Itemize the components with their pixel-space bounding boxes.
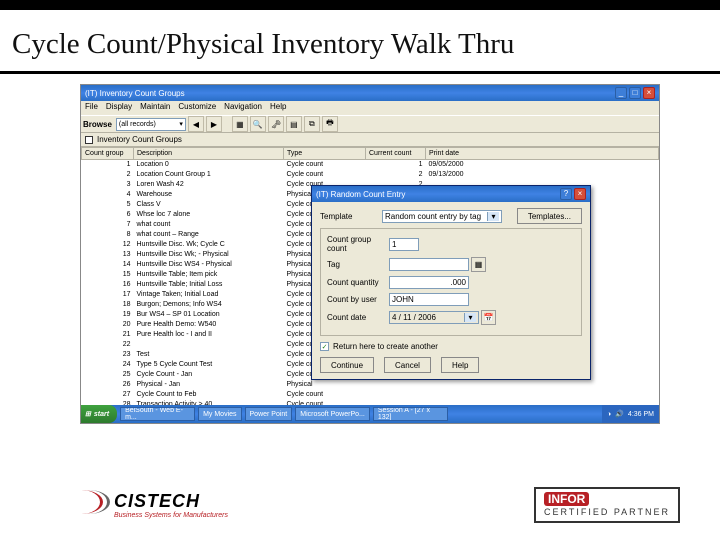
list-subheader: Inventory Count Groups [81,133,659,147]
cancel-button[interactable]: Cancel [384,357,431,373]
browse-label: Browse [83,120,112,129]
menu-customize[interactable]: Customize [178,102,216,114]
count-date-input[interactable]: 4 / 11 / 2006 ▾ [389,311,479,324]
table-row[interactable]: 2Location Count Group 1Cycle count209/13… [82,170,659,180]
menu-file[interactable]: File [85,102,98,114]
table-row[interactable]: 1Location 0Cycle count109/05/2000 [82,160,659,170]
toolbar-next-button[interactable]: ▶ [206,116,222,132]
table-row[interactable]: 27Cycle Count to FebCycle count [82,390,659,400]
cistech-logo: CISTECH Business Systems for Manufacture… [60,490,228,520]
col-current-count[interactable]: Current count [366,148,426,160]
main-window-titlebar: (IT) Inventory Count Groups _ □ × [81,85,659,101]
random-count-entry-dialog: (IT) Random Count Entry ? × Template Ran… [311,185,591,380]
windows-taskbar: ⊞ start BelSouth - Web E-m... My Movies … [81,405,659,423]
return-here-label: Return here to create another [333,342,438,351]
toolbar-card-icon[interactable]: ▦ [232,116,248,132]
infor-partner-badge: INFOR CERTIFIED PARTNER [534,487,680,523]
template-value: Random count entry by tag [385,212,481,221]
taskbar-item[interactable]: Microsoft PowerPo... [295,407,370,421]
swoosh-icon [60,490,110,520]
tag-label: Tag [327,260,389,269]
return-here-checkbox[interactable]: ✓ [320,342,329,351]
toolbar-count-icon[interactable]: ⧉ [304,116,320,132]
calendar-icon[interactable]: 📅 [481,310,496,325]
toolbar-list-icon[interactable]: ▤ [286,116,302,132]
count-quantity-label: Count quantity [327,278,389,287]
chevron-down-icon: ▾ [487,212,499,221]
tray-icon[interactable]: 🔊 [615,410,624,418]
infor-certified-label: CERTIFIED PARTNER [544,507,670,517]
cistech-name: CISTECH [114,491,200,511]
dialog-close-button[interactable]: × [574,188,586,200]
continue-button[interactable]: Continue [320,357,374,373]
system-tray: ◑ 🔊 4:36 PM [602,405,659,423]
close-button[interactable]: × [643,87,655,99]
menu-maintain[interactable]: Maintain [140,102,170,114]
slide-top-bar [0,0,720,10]
dialog-help-icon[interactable]: ? [560,188,572,200]
slide-title: Cycle Count/Physical Inventory Walk Thru [0,10,720,71]
chevron-down-icon: ▾ [464,313,476,322]
cistech-tagline: Business Systems for Manufacturers [114,512,228,519]
templates-button[interactable]: Templates... [517,208,582,224]
taskbar-item[interactable]: My Movies [198,407,241,421]
taskbar-item[interactable]: Session A - [27 x 132] [373,407,448,421]
maximize-button[interactable]: □ [629,87,641,99]
col-description[interactable]: Description [134,148,284,160]
menu-bar: File Display Maintain Customize Navigati… [81,101,659,115]
toolbar-prev-button[interactable]: ◀ [188,116,204,132]
start-button[interactable]: ⊞ start [81,405,117,423]
main-window-title: (IT) Inventory Count Groups [85,89,185,98]
tray-icon[interactable]: ◑ [607,411,611,418]
collapse-icon[interactable] [85,136,93,144]
slide-footer: CISTECH Business Systems for Manufacture… [0,470,720,540]
count-date-label: Count date [327,313,389,322]
dialog-title: (IT) Random Count Entry [316,190,405,199]
start-label: start [94,411,109,418]
clock: 4:36 PM [628,411,654,418]
embedded-screenshot: (IT) Inventory Count Groups _ □ × File D… [80,84,660,424]
toolbar: Browse (all records) ▾ ◀ ▶ ▦ 🔍 🗝 ▤ ⧉ 🖶 [81,115,659,133]
toolbar-key-icon[interactable]: 🗝 [268,116,284,132]
toolbar-print-icon[interactable]: 🖶 [322,116,338,132]
taskbar-item[interactable]: Power Point [245,407,293,421]
dialog-fieldset: Count group count 1 Tag ▦ Count quantity… [320,228,582,336]
browse-select[interactable]: (all records) ▾ [116,118,186,131]
taskbar-item[interactable]: BelSouth - Web E-m... [120,407,195,421]
col-type[interactable]: Type [284,148,366,160]
count-group-label: Count group count [327,235,389,253]
menu-help[interactable]: Help [270,102,286,114]
menu-navigation[interactable]: Navigation [224,102,262,114]
grid-header-row: Count group Description Type Current cou… [82,148,659,160]
tag-input[interactable] [389,258,469,271]
main-window: (IT) Inventory Count Groups _ □ × File D… [81,85,659,423]
col-count-group[interactable]: Count group [82,148,134,160]
count-date-value: 4 / 11 / 2006 [392,313,436,322]
toolbar-find-icon[interactable]: 🔍 [250,116,266,132]
col-print-date[interactable]: Print date [426,148,659,160]
list-subheader-title: Inventory Count Groups [97,135,182,144]
minimize-button[interactable]: _ [615,87,627,99]
count-group-input[interactable]: 1 [389,238,419,251]
windows-logo-icon: ⊞ [85,410,91,418]
chevron-down-icon: ▾ [179,120,183,128]
help-button[interactable]: Help [441,357,479,373]
slide-underline [0,71,720,74]
count-by-user-input[interactable]: JOHN [389,293,469,306]
table-row[interactable]: 26Physical - JanPhysical [82,380,659,390]
template-label: Template [320,212,382,221]
menu-display[interactable]: Display [106,102,132,114]
count-by-user-label: Count by user [327,295,389,304]
count-quantity-input[interactable]: .000 [389,276,469,289]
dialog-titlebar: (IT) Random Count Entry ? × [312,186,590,202]
template-select[interactable]: Random count entry by tag ▾ [382,210,502,223]
tag-lookup-icon[interactable]: ▦ [471,257,486,272]
browse-value: (all records) [119,121,156,128]
infor-brand: INFOR [544,492,589,506]
